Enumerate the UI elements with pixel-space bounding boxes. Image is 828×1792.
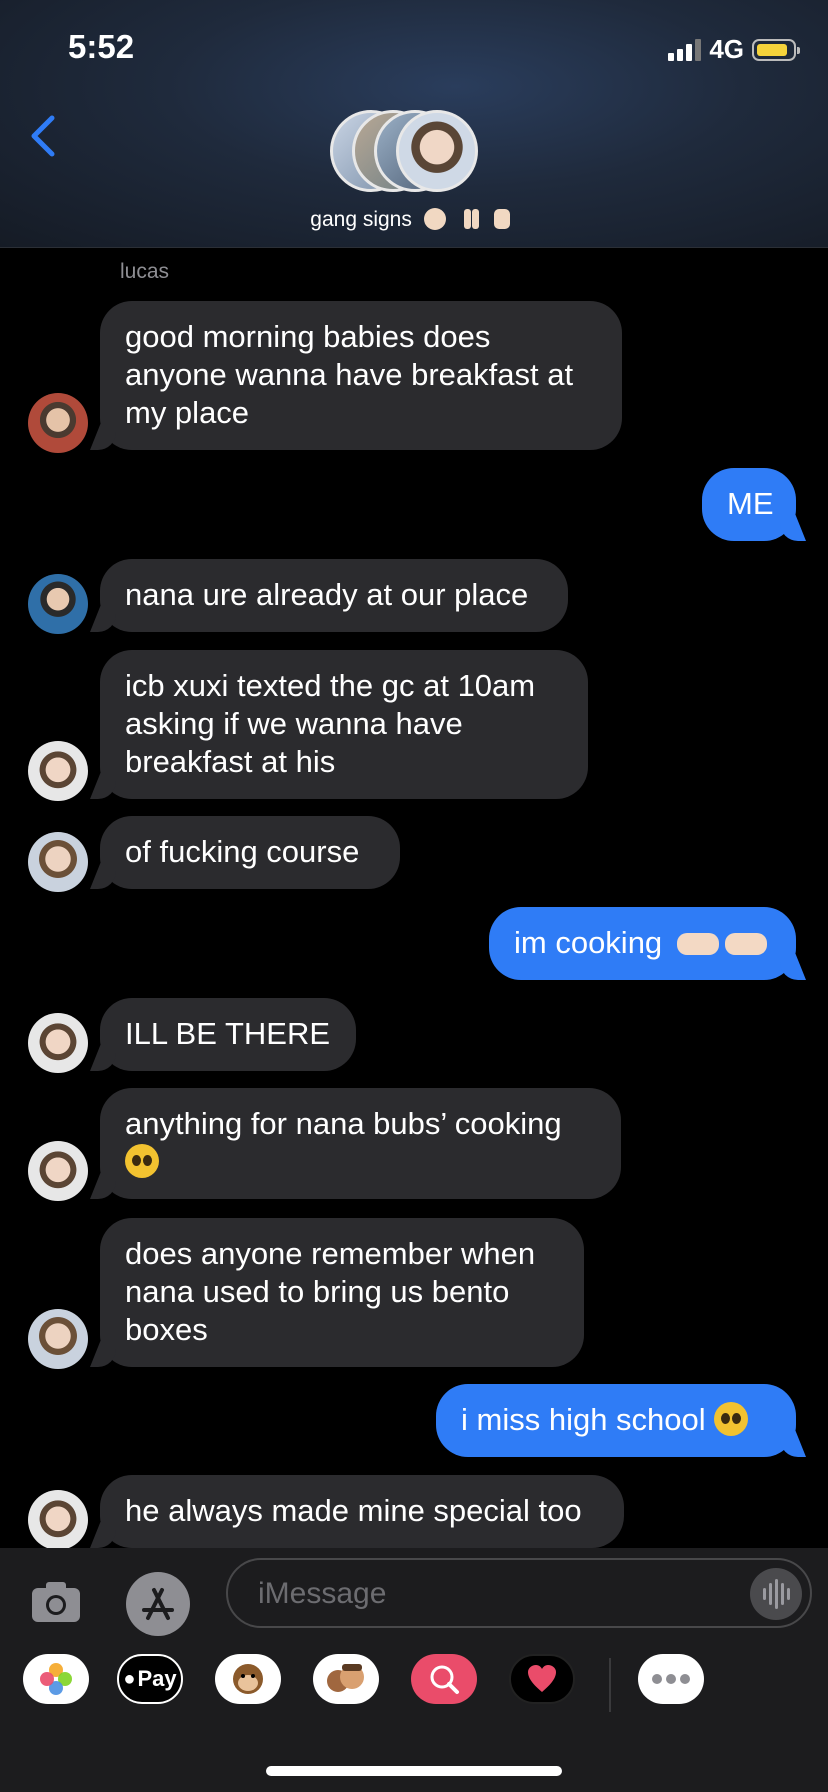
incoming-message[interactable]: of fucking course <box>100 816 400 889</box>
status-indicators: 4G <box>668 34 800 65</box>
pointing-hand-emoji-icon <box>676 933 719 955</box>
battery-icon <box>752 38 800 61</box>
avatar[interactable] <box>28 1490 88 1548</box>
message-input[interactable]: iMessage <box>226 1558 812 1628</box>
incoming-message[interactable]: anything for nana bubs’ cooking <box>100 1088 621 1199</box>
avatar[interactable] <box>28 832 88 892</box>
home-indicator[interactable] <box>266 1766 562 1776</box>
avatar[interactable] <box>28 1141 88 1201</box>
avatar[interactable] <box>28 741 88 801</box>
network-label: 4G <box>709 34 744 64</box>
tray-divider <box>609 1658 611 1712</box>
chevron-left-icon[interactable] <box>24 112 64 160</box>
sender-name: lucas <box>120 260 170 283</box>
app-store-icon[interactable] <box>126 1572 190 1636</box>
audio-record-icon[interactable] <box>750 1568 802 1620</box>
group-avatar-stack[interactable] <box>330 110 500 198</box>
group-avatar <box>396 110 478 192</box>
camera-icon[interactable] <box>28 1574 84 1630</box>
message-placeholder: iMessage <box>258 1577 387 1610</box>
incoming-message[interactable]: does anyone remember when nana used to b… <box>100 1218 584 1367</box>
incoming-message[interactable]: good morning babies does anyone wanna ha… <box>100 301 622 450</box>
avatar[interactable] <box>28 574 88 634</box>
status-time: 5:52 <box>68 28 135 65</box>
memoji-icon[interactable] <box>313 1654 379 1704</box>
message-thread[interactable]: lucas good morning babies does anyone wa… <box>0 248 828 1548</box>
hand-emoji-icon <box>423 208 510 230</box>
incoming-message[interactable]: nana ure already at our place <box>100 559 568 632</box>
outgoing-message[interactable]: ME <box>702 468 796 541</box>
message-text: i miss high school <box>461 1402 706 1437</box>
digital-touch-heart-icon[interactable] <box>509 1654 575 1704</box>
outgoing-message[interactable]: im cooking <box>489 907 796 980</box>
animoji-monkey-icon[interactable] <box>215 1654 281 1704</box>
outgoing-message[interactable]: i miss high school <box>436 1384 796 1457</box>
incoming-message[interactable]: he always made mine special too <box>100 1475 624 1548</box>
photos-app-icon[interactable] <box>23 1654 89 1704</box>
avatar[interactable] <box>28 393 88 453</box>
avatar[interactable] <box>28 1309 88 1369</box>
avatar[interactable] <box>28 1013 88 1073</box>
signal-icon <box>668 38 702 61</box>
pleading-face-emoji-icon <box>714 1402 749 1436</box>
composer-bar: iMessage ● Pay <box>0 1548 828 1792</box>
conversation-header: 5:52 4G gang signs <box>0 0 828 248</box>
message-text: anything for nana bubs’ cooking <box>125 1106 562 1141</box>
pleading-face-emoji-icon <box>125 1144 159 1178</box>
group-title[interactable]: gang signs <box>0 206 828 232</box>
message-text: im cooking <box>514 925 663 960</box>
incoming-message[interactable]: icb xuxi texted the gc at 10am asking if… <box>100 650 588 799</box>
apple-pay-app-icon[interactable]: ● Pay <box>117 1654 183 1704</box>
incoming-message[interactable]: ILL BE THERE <box>100 998 356 1071</box>
more-apps-icon[interactable] <box>638 1654 704 1704</box>
pointing-hand-emoji-icon <box>724 933 767 955</box>
app-tray: ● Pay <box>0 1654 828 1734</box>
search-images-app-icon[interactable] <box>411 1654 477 1704</box>
